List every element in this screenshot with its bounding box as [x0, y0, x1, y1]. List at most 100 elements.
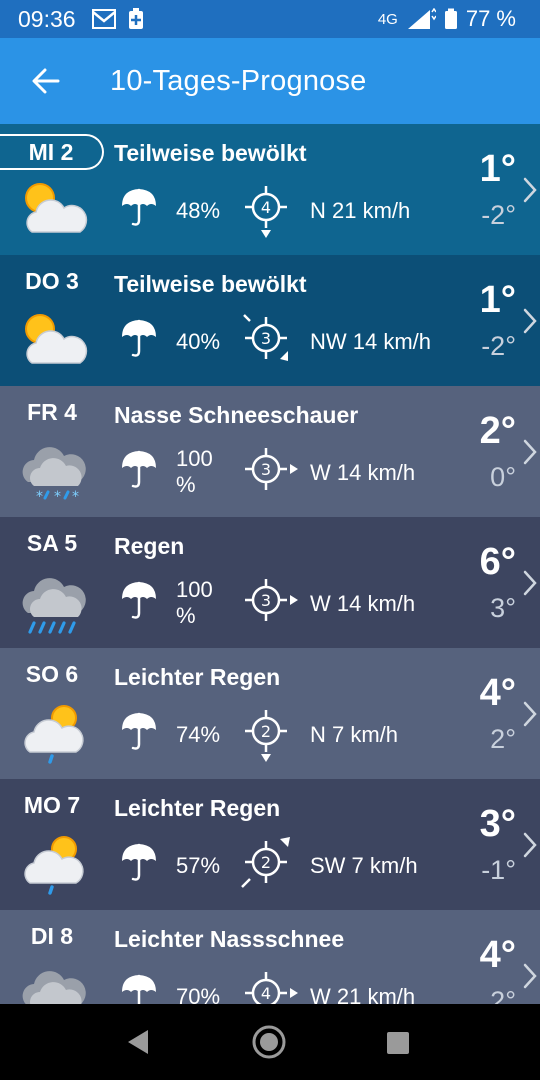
umbrella-icon	[118, 710, 160, 754]
condition-text: Regen	[114, 533, 185, 559]
umbrella-icon	[118, 317, 160, 361]
wind-text: W 21 km/h	[310, 984, 416, 1004]
status-time: 09:36	[18, 5, 76, 32]
svg-text:*: *	[54, 489, 61, 504]
wind-text: W 14 km/h	[310, 591, 416, 616]
low-temperature: 3°	[490, 593, 516, 623]
battery-percent: 77 %	[465, 6, 516, 31]
high-temperature: 4°	[479, 672, 516, 714]
wind-text: N 7 km/h	[310, 722, 399, 747]
forecast-row[interactable]: FR 4 * * * Nasse Schneeschauer 100% 3 W 14 km/h…	[0, 386, 540, 517]
high-temperature: 1°	[479, 279, 516, 321]
sleet-cloud-icon: ***	[18, 962, 90, 1004]
wind-text: N 21 km/h	[310, 198, 411, 223]
high-temperature: 6°	[479, 541, 516, 583]
forecast-row[interactable]: SO 6 Leichter Regen 74% 2 N 7 km/h 4° 2°	[0, 648, 540, 779]
precipitation-probability: 57%	[176, 853, 221, 878]
day-label: SO 6	[25, 660, 79, 687]
wind-compass-icon: 3	[232, 565, 300, 635]
low-temperature: 2°	[490, 986, 516, 1004]
day-label: MI 2	[0, 134, 104, 170]
precipitation-probability: 48%	[176, 198, 221, 223]
forecast-row[interactable]: MO 7 Leichter Regen 57% 2 SW 7 km/h 3° -1°	[0, 779, 540, 910]
svg-text:4: 4	[261, 984, 271, 1003]
chevron-right-icon	[522, 307, 538, 335]
condition-text: Leichter Regen	[114, 664, 281, 690]
nav-recents-button[interactable]	[386, 1031, 410, 1055]
chevron-right-icon	[522, 831, 538, 859]
umbrella-icon	[118, 972, 160, 1004]
umbrella-icon	[118, 841, 160, 885]
low-temperature: 2°	[490, 724, 516, 754]
high-temperature: 1°	[479, 148, 516, 190]
network-type: 4G	[377, 10, 398, 28]
wind-compass-icon: 4	[232, 958, 300, 1004]
svg-text:4: 4	[261, 198, 271, 217]
svg-text:3: 3	[261, 591, 271, 610]
svg-text:2: 2	[261, 853, 271, 872]
sun-rain-cloud-icon	[18, 831, 90, 897]
app-bar: 10-Tages-Prognose	[0, 38, 540, 124]
forecast-row[interactable]: MI 2 Teilweise bewölkt 48% 4 N 21 km/h 1° -2°	[0, 124, 540, 255]
wind-compass-icon: 3	[232, 434, 300, 504]
forecast-row[interactable]: SA 5 Regen 100% 3 W 14 km/h 6° 3°	[0, 517, 540, 648]
status-bar: 09:36 4G 77 %	[0, 0, 540, 38]
forecast-row[interactable]: DO 3 Teilweise bewölkt 40% 3 NW 14 km/h 1° -2°	[0, 255, 540, 386]
condition-text: Leichter Regen	[114, 795, 281, 821]
low-temperature: -2°	[481, 200, 516, 230]
battery-saver-icon	[128, 8, 143, 29]
low-temperature: -2°	[481, 331, 516, 361]
forecast-list[interactable]: MI 2 Teilweise bewölkt 48% 4 N 21 km/h 1° -2° D…	[0, 124, 540, 1004]
wind-compass-icon: 3	[232, 303, 300, 373]
wind-compass-icon: 2	[232, 827, 300, 897]
chevron-right-icon	[522, 176, 538, 204]
battery-icon	[444, 8, 457, 29]
umbrella-icon	[118, 186, 160, 230]
day-label: MO 7	[23, 791, 81, 818]
nav-home-button[interactable]	[251, 1024, 287, 1060]
chevron-right-icon	[522, 569, 538, 597]
low-temperature: -1°	[481, 855, 516, 885]
precipitation-probability: 100%	[176, 446, 213, 497]
day-label: SA 5	[26, 529, 78, 556]
wind-text: NW 14 km/h	[310, 329, 432, 354]
high-temperature: 2°	[479, 410, 516, 452]
day-label: FR 4	[27, 398, 77, 425]
partly-cloudy-icon	[18, 176, 90, 242]
high-temperature: 4°	[479, 934, 516, 976]
condition-text: Leichter Nassschnee	[114, 926, 345, 952]
precipitation-probability: 70%	[176, 984, 221, 1004]
wind-compass-icon: 4	[232, 172, 300, 242]
page-title: 10-Tages-Prognose	[110, 64, 367, 97]
precipitation-probability: 40%	[176, 329, 221, 354]
back-button[interactable]	[24, 59, 68, 103]
umbrella-icon	[118, 579, 160, 623]
precipitation-probability: 74%	[176, 722, 221, 747]
rain-cloud-icon	[18, 569, 90, 635]
chevron-right-icon	[522, 962, 538, 990]
condition-text: Teilweise bewölkt	[114, 140, 307, 166]
svg-text:*: *	[36, 489, 43, 504]
wind-text: W 14 km/h	[310, 460, 416, 485]
svg-text:3: 3	[261, 329, 271, 348]
svg-text:3: 3	[261, 460, 271, 479]
svg-text:2: 2	[261, 722, 271, 741]
chevron-right-icon	[522, 438, 538, 466]
wind-compass-icon: 2	[232, 696, 300, 766]
nav-back-button[interactable]	[126, 1028, 150, 1056]
wind-text: SW 7 km/h	[310, 853, 418, 878]
svg-text:*: *	[72, 489, 79, 504]
sleet-cloud-icon: * * *	[18, 438, 90, 505]
forecast-row[interactable]: DI 8 *** Leichter Nassschnee 70% 4 W 21 km/h 4…	[0, 910, 540, 1004]
system-nav-bar	[0, 1004, 540, 1080]
low-temperature: 0°	[490, 462, 516, 492]
arrow-left-icon	[32, 68, 60, 94]
precipitation-probability: 100%	[176, 577, 213, 628]
umbrella-icon	[118, 448, 160, 492]
partly-cloudy-icon	[18, 307, 90, 373]
condition-text: Nasse Schneeschauer	[114, 402, 359, 428]
condition-text: Teilweise bewölkt	[114, 271, 307, 297]
high-temperature: 3°	[479, 803, 516, 845]
day-label: DI 8	[30, 922, 74, 949]
gmail-icon	[91, 9, 116, 29]
